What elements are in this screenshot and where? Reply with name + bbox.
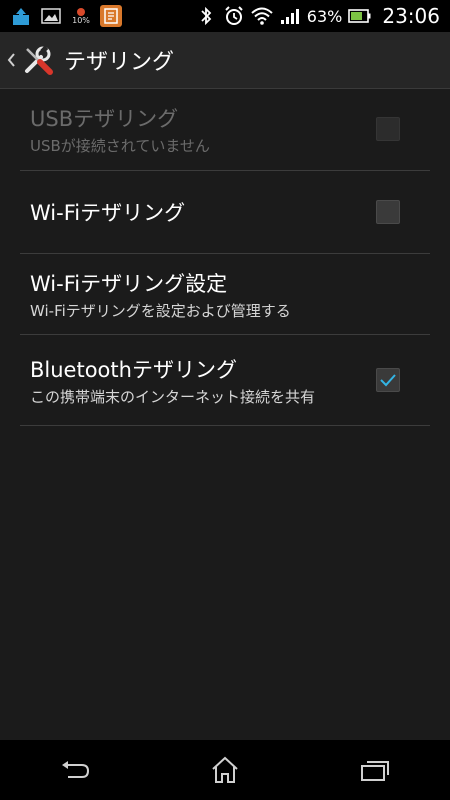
wifi-tethering-checkbox[interactable] [376,200,400,224]
status-bar-notifications: 10% [0,0,122,32]
home-button[interactable] [195,740,255,800]
back-button[interactable] [45,740,105,800]
back-arrow-icon [62,761,90,778]
home-icon [212,756,238,783]
bluetooth-tethering-title: Bluetoothテザリング [30,357,237,382]
wifi-tethering-texts: Wi-Fiテザリング [20,197,430,227]
wifi-tethering-settings-summary: Wi-Fiテザリングを設定および管理する [30,301,291,320]
recent-apps-button[interactable] [345,740,405,800]
bluetooth-tethering-summary: この携帯端末のインターネット接続を共有 [30,387,316,406]
upload-icon [10,5,32,27]
list-item-wifi-tethering[interactable]: Wi-Fiテザリング [20,171,430,254]
tools-icon [20,42,56,78]
navigation-bar [0,740,450,800]
bluetooth-tethering-checkbox[interactable] [376,368,400,392]
tethering-settings-list: USBテザリング USBが接続されていません Wi-Fiテザリング Wi-Fiテ… [20,88,430,426]
battery-icon [348,5,372,27]
wifi-tethering-settings-texts: Wi-Fiテザリング設定 Wi-Fiテザリングを設定および管理する [20,268,430,321]
status-bar: 10% 63% 23:06 [0,0,450,32]
usb-tethering-texts: USBテザリング USBが接続されていません [20,103,430,156]
battery-percent: 63% [306,6,343,26]
image-icon [40,5,62,27]
status-bar-system: 63% 23:06 [195,0,450,32]
wifi-tethering-title: Wi-Fiテザリング [30,201,186,225]
cpu-label: 10% [72,16,90,25]
alarm-icon [223,5,245,27]
signal-icon [279,5,301,27]
usb-tethering-summary: USBが接続されていません [30,136,210,155]
action-bar: テザリング [0,32,450,89]
wifi-icon [251,5,273,27]
bluetooth-icon [195,5,217,27]
app-notification-icon [100,5,122,27]
tethering-screen: 10% 63% 23:06 テザリング USBテザリング USBが接続されていま… [0,0,450,800]
usb-tethering-checkbox [376,117,400,141]
recent-apps-icon [361,761,389,781]
list-item-usb-tethering: USBテザリング USBが接続されていません [20,88,430,171]
chevron-left-icon [4,50,18,70]
cpu-icon: 10% [70,5,92,27]
list-item-bluetooth-tethering[interactable]: Bluetoothテザリング この携帯端末のインターネット接続を共有 [20,335,430,426]
status-time: 23:06 [382,4,440,28]
page-title: テザリング [64,50,175,75]
bluetooth-tethering-texts: Bluetoothテザリング この携帯端末のインターネット接続を共有 [20,354,430,407]
usb-tethering-title: USBテザリング [30,106,179,131]
wifi-tethering-settings-title: Wi-Fiテザリング設定 [30,271,228,296]
up-navigation-button[interactable] [0,32,56,88]
list-item-wifi-tethering-settings[interactable]: Wi-Fiテザリング設定 Wi-Fiテザリングを設定および管理する [20,254,430,335]
checkmark-icon [380,374,396,387]
